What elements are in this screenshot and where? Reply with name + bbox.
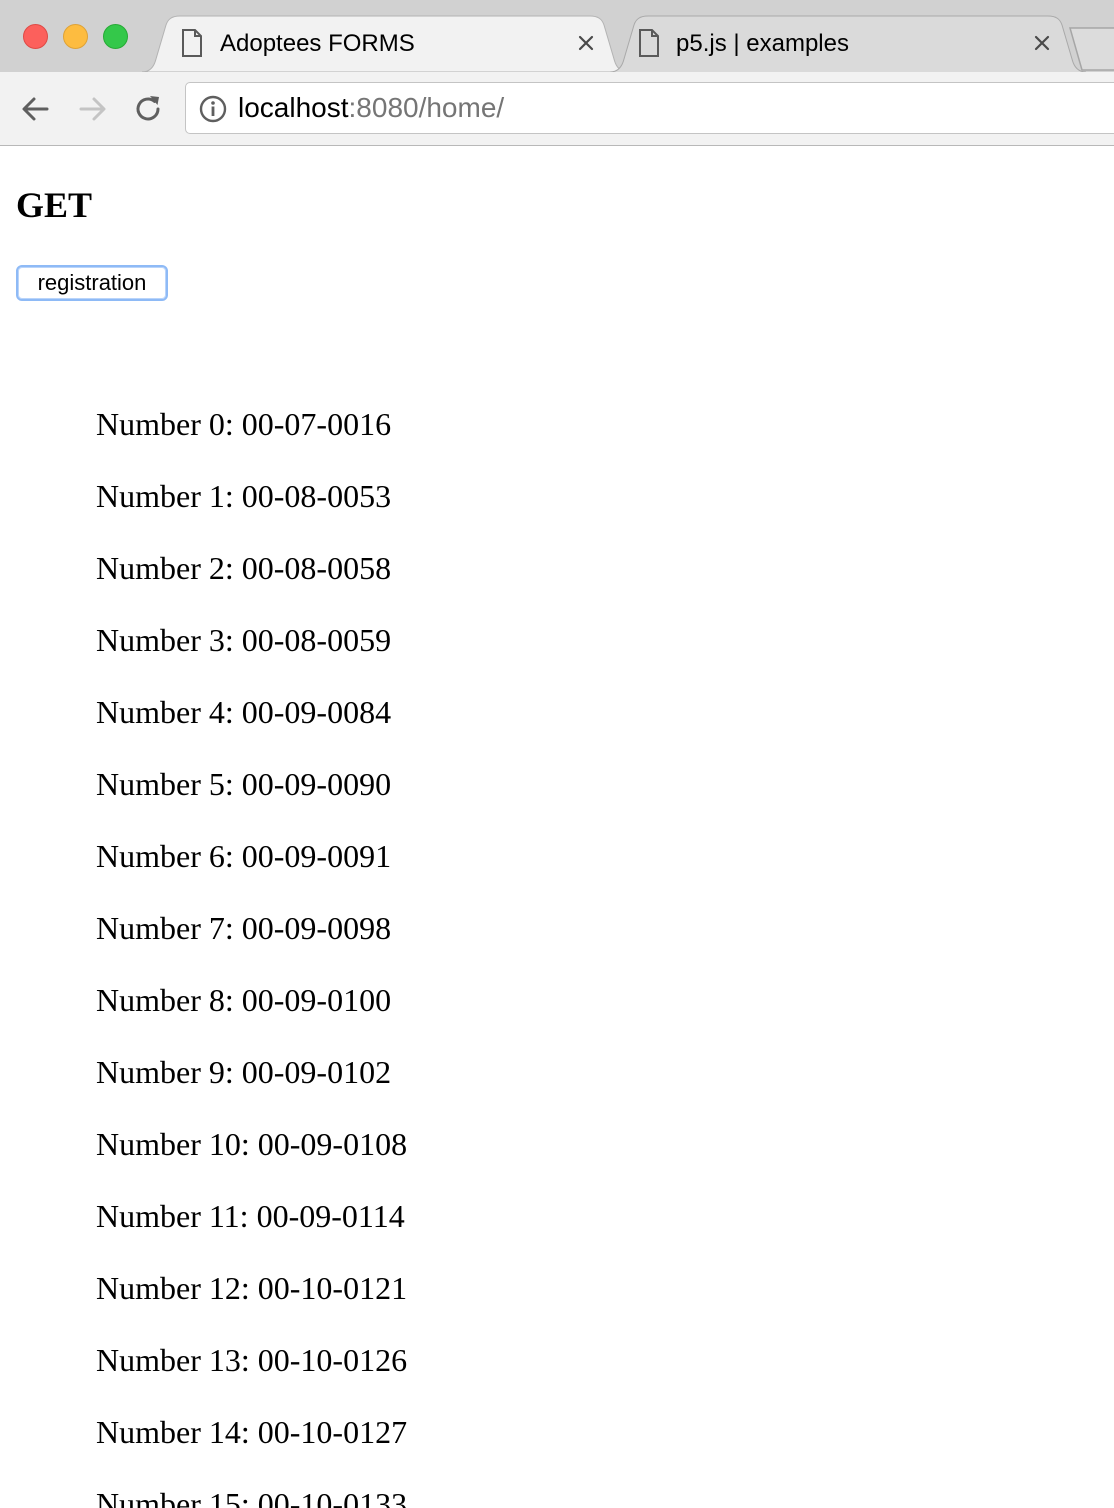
list-item: Number 13: 00-10-0126: [96, 1342, 408, 1378]
window-close-button[interactable]: [23, 24, 48, 49]
list-item: Number 6: 00-09-0091: [96, 838, 392, 874]
browser-toolbar: localhost:8080/home/: [0, 72, 1114, 146]
tab-content: p5.js | examples: [608, 15, 1088, 72]
list-item: Number 7: 00-09-0098: [96, 910, 392, 946]
page-content: GET registration Number 0: 00-07-0016 Nu…: [0, 146, 1114, 1508]
address-bar[interactable]: localhost:8080/home/: [185, 82, 1114, 134]
url-text: localhost:8080/home/: [238, 92, 504, 124]
list-item: Number 0: 00-07-0016: [96, 406, 392, 442]
list-item: Number 4: 00-09-0084: [96, 694, 392, 730]
list-item: Number 12: 00-10-0121: [96, 1270, 408, 1306]
registration-button[interactable]: registration: [16, 265, 168, 301]
browser-chrome: Adoptees FORMS p5.js | examples localhos…: [0, 0, 1114, 146]
tab-title: p5.js | examples: [676, 30, 849, 57]
tab-title: Adoptees FORMS: [220, 30, 415, 57]
document-icon: [182, 29, 202, 57]
window-zoom-button[interactable]: [103, 24, 128, 49]
number-list: Number 0: 00-07-0016 Number 1: 00-08-005…: [96, 404, 407, 1508]
list-item: Number 8: 00-09-0100: [96, 982, 392, 1018]
tab-close-icon[interactable]: [1030, 31, 1054, 55]
page-heading: GET: [16, 185, 93, 225]
list-item: Number 15: 00-10-0133: [96, 1486, 408, 1508]
document-icon: [639, 29, 659, 57]
list-item: Number 11: 00-09-0114: [96, 1198, 405, 1234]
window-minimize-button[interactable]: [63, 24, 88, 49]
list-item: Number 9: 00-09-0102: [96, 1054, 392, 1090]
tab-strip: Adoptees FORMS p5.js | examples: [0, 0, 1114, 72]
back-arrow-icon[interactable]: [19, 92, 53, 126]
forward-arrow-icon[interactable]: [75, 92, 109, 126]
tab-adoptees-forms[interactable]: Adoptees FORMS: [140, 15, 630, 72]
tab-content: Adoptees FORMS: [140, 15, 630, 72]
list-item: Number 5: 00-09-0090: [96, 766, 392, 802]
url-path: :8080/home/: [348, 92, 505, 123]
tab-close-icon[interactable]: [574, 31, 598, 55]
list-item: Number 2: 00-08-0058: [96, 550, 392, 586]
reload-icon[interactable]: [131, 92, 165, 126]
list-item: Number 1: 00-08-0053: [96, 478, 392, 514]
list-item: Number 10: 00-09-0108: [96, 1126, 408, 1162]
list-item: Number 3: 00-08-0059: [96, 622, 392, 658]
tab-p5js-examples[interactable]: p5.js | examples: [608, 15, 1088, 72]
info-icon[interactable]: [198, 94, 228, 124]
list-item: Number 14: 00-10-0127: [96, 1414, 408, 1450]
url-host: localhost: [238, 92, 349, 123]
new-tab-button[interactable]: [1068, 26, 1114, 72]
